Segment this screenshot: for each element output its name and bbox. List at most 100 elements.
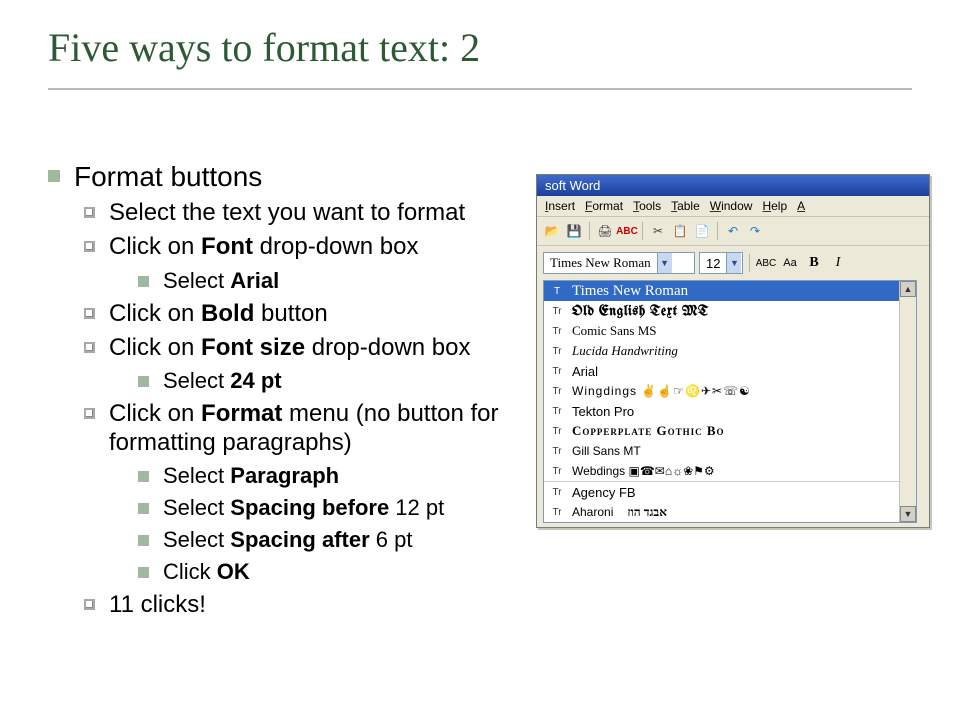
font-option[interactable]: Tr Old English Text MT xyxy=(544,301,916,321)
menu-window[interactable]: Window xyxy=(710,199,753,213)
change-case-button[interactable]: Aa xyxy=(780,253,800,273)
truetype-icon: T xyxy=(550,286,564,297)
font-size-combo[interactable]: 12 ▼ xyxy=(699,252,743,274)
font-option-label: Old English Text MT xyxy=(572,304,709,319)
bullet-l3: Click OK xyxy=(138,559,528,585)
bullet-text: Click OK xyxy=(163,559,250,585)
square-bullet-icon xyxy=(138,376,149,387)
menu-tools[interactable]: Tools xyxy=(633,199,661,213)
font-option-label: Wingdings ✌☝☞♌✈✂☏☯ xyxy=(572,384,751,398)
truetype-icon: Tr xyxy=(550,466,564,477)
scroll-up-icon[interactable]: ▲ xyxy=(900,281,916,297)
font-dropdown-list[interactable]: T Times New Roman Tr Old English Text MT Tr C… xyxy=(543,280,917,523)
bullet-text: Select Spacing after 6 pt xyxy=(163,527,412,553)
font-option-label: Arial xyxy=(572,364,598,379)
font-option-label: Agency FB xyxy=(572,485,636,500)
chevron-down-icon[interactable]: ▼ xyxy=(657,253,672,273)
redo-icon[interactable]: ↷ xyxy=(746,222,764,240)
word-screenshot: soft Word Insert Format Tools Table Window He… xyxy=(536,174,930,528)
undo-icon[interactable]: ↶ xyxy=(724,222,742,240)
scroll-track[interactable] xyxy=(901,297,915,506)
bullet-text: Select 24 pt xyxy=(163,368,282,394)
slide-content: Format buttons Select the text you want … xyxy=(48,160,528,625)
scroll-down-icon[interactable]: ▼ xyxy=(900,506,916,522)
square-bullet-icon xyxy=(138,471,149,482)
truetype-icon: Tr xyxy=(550,386,564,397)
word-standard-toolbar: 📂 💾 🖨 ABC ✂ 📋 📄 ↶ ↷ xyxy=(537,217,929,246)
square-bullet-icon xyxy=(138,503,149,514)
cut-icon[interactable]: ✂ xyxy=(649,222,667,240)
square-bullet-icon xyxy=(138,276,149,287)
scrollbar[interactable]: ▲ ▼ xyxy=(899,281,916,522)
font-option[interactable]: TrAgency FB xyxy=(544,482,916,502)
save-icon[interactable]: 💾 xyxy=(565,222,583,240)
bold-button[interactable]: B xyxy=(804,253,824,273)
print-icon[interactable]: 🖨 xyxy=(596,222,614,240)
bullet-text: Click on Font drop-down box xyxy=(109,233,418,261)
truetype-icon: Tr xyxy=(550,346,564,357)
bullet-l2: Click on Bold button xyxy=(84,300,528,328)
italic-button[interactable]: I xyxy=(828,253,848,273)
font-option[interactable]: Tr Arial xyxy=(544,361,916,381)
font-option[interactable]: T Times New Roman xyxy=(544,281,916,301)
open-icon[interactable]: 📂 xyxy=(543,222,561,240)
font-name-value: Times New Roman xyxy=(544,255,657,271)
truetype-icon: Tr xyxy=(550,326,564,337)
chevron-down-icon[interactable]: ▼ xyxy=(726,253,741,273)
menu-format[interactable]: Format xyxy=(585,199,623,213)
hollow-bullet-icon xyxy=(84,599,95,610)
slide-title: Five ways to format text: 2 xyxy=(48,24,480,71)
font-option-label: Copperplate Gothic Bo xyxy=(572,423,725,439)
bullet-l2: Click on Font drop-down box xyxy=(84,233,528,261)
copy-icon[interactable]: 📋 xyxy=(671,222,689,240)
font-option[interactable]: TrGill Sans MT xyxy=(544,441,916,461)
bullet-text: Select Spacing before 12 pt xyxy=(163,495,444,521)
spellcheck-icon[interactable]: ABC xyxy=(618,222,636,240)
truetype-icon: Tr xyxy=(550,507,564,518)
font-option[interactable]: Tr Comic Sans MS xyxy=(544,321,916,341)
font-option-label: Comic Sans MS xyxy=(572,323,657,339)
bullet-text: 11 clicks! xyxy=(109,591,206,619)
word-titlebar: soft Word xyxy=(537,175,929,196)
font-size-value: 12 xyxy=(700,256,726,271)
menu-a[interactable]: A xyxy=(797,199,805,213)
menu-help[interactable]: Help xyxy=(762,199,787,213)
font-option[interactable]: TrTekton Pro xyxy=(544,401,916,421)
bullet-l3: Select Paragraph xyxy=(138,463,528,489)
bullet-l3: Select Spacing before 12 pt xyxy=(138,495,528,521)
menu-insert[interactable]: Insert xyxy=(545,199,575,213)
font-name-combo[interactable]: Times New Roman ▼ xyxy=(543,252,695,274)
square-bullet-icon xyxy=(138,567,149,578)
case-button[interactable]: ABC xyxy=(756,253,776,273)
hollow-bullet-icon xyxy=(84,342,95,353)
truetype-icon: Tr xyxy=(550,446,564,457)
truetype-icon: Tr xyxy=(550,366,564,377)
hollow-bullet-icon xyxy=(84,241,95,252)
word-formatting-toolbar: Times New Roman ▼ 12 ▼ ABC Aa B I xyxy=(537,246,929,280)
menu-table[interactable]: Table xyxy=(671,199,700,213)
bullet-l2: Click on Font size drop-down box xyxy=(84,334,528,362)
font-option-label: Times New Roman xyxy=(572,283,688,300)
font-option[interactable]: TrLucida Handwriting xyxy=(544,341,916,361)
bullet-l1: Format buttons xyxy=(48,160,528,193)
truetype-icon: Tr xyxy=(550,426,564,437)
font-option[interactable]: Tr Webdings ▣☎✉⌂☼❀⚑⚙ xyxy=(544,461,916,482)
word-menubar: Insert Format Tools Table Window Help A xyxy=(537,196,929,217)
font-option[interactable]: Tr Copperplate Gothic Bo xyxy=(544,421,916,441)
bullet-text: Click on Bold button xyxy=(109,300,328,328)
hollow-bullet-icon xyxy=(84,308,95,319)
font-option[interactable]: TrAharoniאבגד הוז xyxy=(544,502,916,522)
bullet-l2: 11 clicks! xyxy=(84,591,528,619)
paste-icon[interactable]: 📄 xyxy=(693,222,711,240)
font-option[interactable]: Tr Wingdings ✌☝☞♌✈✂☏☯ xyxy=(544,381,916,401)
hollow-bullet-icon xyxy=(84,408,95,419)
font-option-label: Webdings ▣☎✉⌂☼❀⚑⚙ xyxy=(572,464,715,478)
title-underline xyxy=(48,88,912,90)
bullet-l3: Select 24 pt xyxy=(138,368,528,394)
truetype-icon: Tr xyxy=(550,406,564,417)
square-bullet-icon xyxy=(138,535,149,546)
font-option-label: Aharoni xyxy=(572,505,613,519)
truetype-icon: Tr xyxy=(550,306,564,317)
bullet-l3: Select Spacing after 6 pt xyxy=(138,527,528,553)
square-bullet-icon xyxy=(48,170,60,182)
